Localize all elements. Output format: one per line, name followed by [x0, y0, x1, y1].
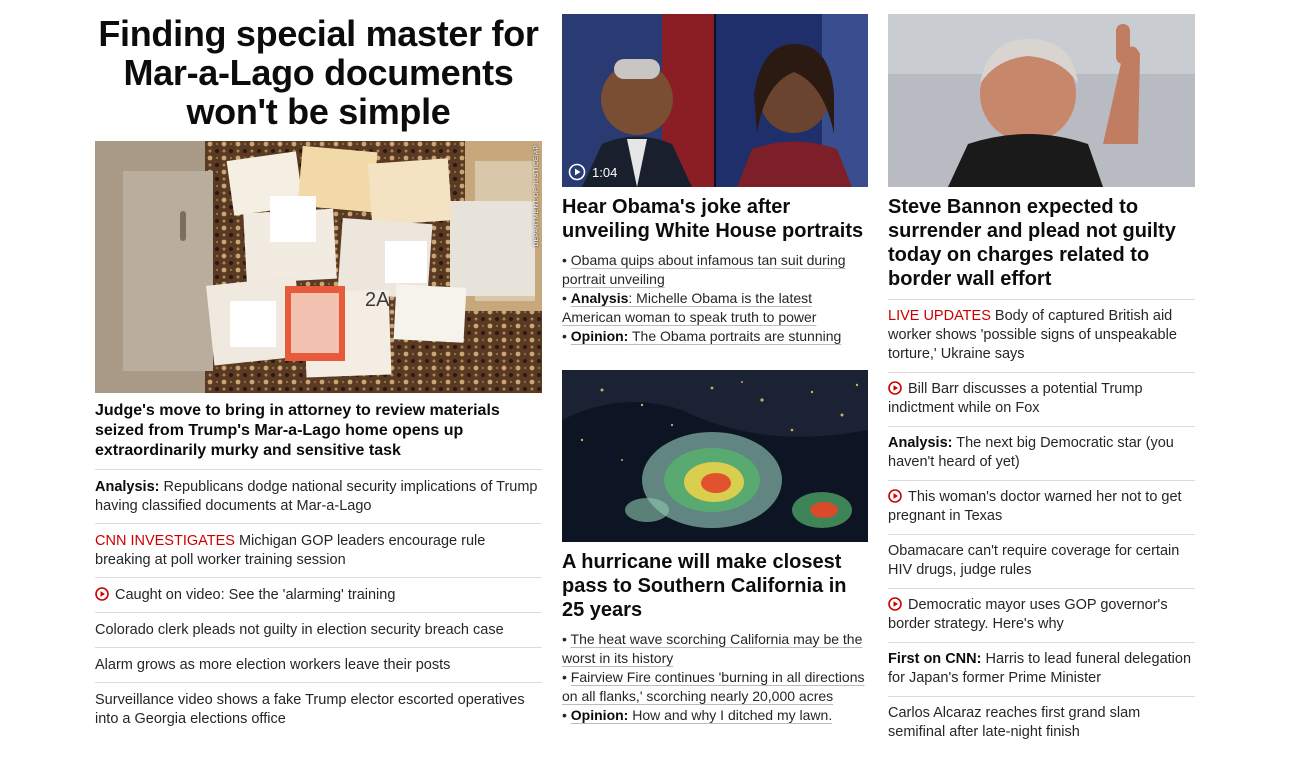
- link-text: Carlos Alcaraz reaches first grand slam …: [888, 705, 1141, 740]
- list-item[interactable]: CNN INVESTIGATES Michigan GOP leaders en…: [95, 524, 542, 578]
- middle-column: 1:04 Hear Obama's joke after unveiling W…: [562, 14, 868, 725]
- list-item[interactable]: • Opinion: How and why I ditched my lawn…: [562, 706, 868, 725]
- play-icon: [568, 163, 586, 181]
- link-text: Alarm grows as more election workers lea…: [95, 657, 451, 673]
- opinion-label: Opinion:: [570, 707, 629, 723]
- hurricane-photo[interactable]: [562, 370, 868, 542]
- link-text: Obamacare can't require coverage for cer…: [888, 543, 1180, 578]
- list-item[interactable]: Alarm grows as more election workers lea…: [95, 648, 542, 683]
- analysis-label: Analysis:: [888, 435, 953, 451]
- right-link-list: LIVE UPDATES Body of captured British ai…: [888, 300, 1195, 750]
- right-column: Steve Bannon expected to surrender and p…: [888, 14, 1195, 750]
- video-duration: 1:04: [592, 164, 618, 180]
- list-item[interactable]: Obamacare can't require coverage for cer…: [888, 535, 1195, 589]
- list-item[interactable]: Colorado clerk pleads not guilty in elec…: [95, 613, 542, 648]
- link-text: Republicans dodge national security impl…: [95, 479, 538, 514]
- obama-story-headline[interactable]: Hear Obama's joke after unveiling White …: [562, 195, 868, 243]
- first-on-cnn-label: First on CNN:: [888, 651, 982, 667]
- bannon-photo[interactable]: [888, 14, 1195, 187]
- cnn-investigates-label: CNN INVESTIGATES: [95, 533, 235, 549]
- list-item[interactable]: This woman's doctor warned her not to ge…: [888, 481, 1195, 535]
- hurricane-story-headline[interactable]: A hurricane will make closest pass to So…: [562, 550, 868, 622]
- link-text: Caught on video: See the 'alarming' trai…: [115, 587, 396, 603]
- hurricane-satellite-image: [562, 370, 868, 542]
- play-video-icon: [888, 597, 902, 611]
- video-duration-badge: 1:04: [568, 163, 617, 181]
- obama-video-thumbnail[interactable]: 1:04: [562, 14, 868, 187]
- list-item[interactable]: • Opinion: The Obama portraits are stunn…: [562, 327, 868, 346]
- link-text: The Obama portraits are stunning: [628, 328, 842, 344]
- list-item[interactable]: Analysis: Republicans dodge national sec…: [95, 470, 542, 524]
- lead-story-headline[interactable]: Judge's move to bring in attorney to rev…: [95, 401, 542, 470]
- classified-documents-image: 2A: [95, 141, 542, 393]
- link-text: Obama quips about infamous tan suit duri…: [562, 252, 846, 287]
- lead-link-list: Analysis: Republicans dodge national sec…: [95, 470, 542, 736]
- live-updates-label: LIVE UPDATES: [888, 308, 991, 324]
- list-item[interactable]: Analysis: The next big Democratic star (…: [888, 427, 1195, 481]
- link-text: The heat wave scorching California may b…: [562, 631, 863, 666]
- list-item[interactable]: • Analysis: Michelle Obama is the latest…: [562, 289, 868, 327]
- play-video-icon: [888, 489, 902, 503]
- link-text: This woman's doctor warned her not to ge…: [888, 489, 1182, 524]
- link-text: How and why I ditched my lawn.: [628, 707, 833, 723]
- list-item[interactable]: Bill Barr discusses a potential Trump in…: [888, 373, 1195, 427]
- obama-portraits-image: [562, 14, 868, 187]
- analysis-label: Analysis:: [95, 479, 160, 495]
- list-item[interactable]: • Fairview Fire continues 'burning in al…: [562, 668, 868, 706]
- lead-photo[interactable]: 2A DEPARTMENT OF JUSTICE/AP: [95, 141, 542, 393]
- list-item[interactable]: Democratic mayor uses GOP governor's bor…: [888, 589, 1195, 643]
- list-item[interactable]: Caught on video: See the 'alarming' trai…: [95, 578, 542, 613]
- bannon-story-headline[interactable]: Steve Bannon expected to surrender and p…: [888, 195, 1195, 300]
- list-item[interactable]: • Obama quips about infamous tan suit du…: [562, 251, 868, 289]
- play-video-icon: [95, 587, 109, 601]
- opinion-label: Opinion:: [570, 328, 629, 344]
- photo-credit: DEPARTMENT OF JUSTICE/AP: [533, 145, 540, 247]
- hurricane-related-links: • The heat wave scorching California may…: [562, 630, 868, 725]
- steve-bannon-image: [888, 14, 1195, 187]
- link-text: Fairview Fire continues 'burning in all …: [562, 669, 865, 704]
- list-item[interactable]: • The heat wave scorching California may…: [562, 630, 868, 668]
- list-item[interactable]: Surveillance video shows a fake Trump el…: [95, 683, 542, 736]
- analysis-label: Analysis: [570, 290, 629, 306]
- link-text: Surveillance video shows a fake Trump el…: [95, 692, 525, 727]
- lead-headline[interactable]: Finding special master for Mar-a-Lago do…: [95, 14, 542, 131]
- link-text: Democratic mayor uses GOP governor's bor…: [888, 597, 1168, 632]
- list-item[interactable]: First on CNN: Harris to lead funeral del…: [888, 643, 1195, 697]
- play-video-icon: [888, 381, 902, 395]
- list-item[interactable]: Carlos Alcaraz reaches first grand slam …: [888, 697, 1195, 750]
- list-item[interactable]: LIVE UPDATES Body of captured British ai…: [888, 300, 1195, 373]
- svg-text:2A: 2A: [365, 289, 390, 311]
- link-text: Colorado clerk pleads not guilty in elec…: [95, 622, 504, 638]
- obama-related-links: • Obama quips about infamous tan suit du…: [562, 251, 868, 346]
- link-text: Bill Barr discusses a potential Trump in…: [888, 381, 1143, 416]
- lead-column: Finding special master for Mar-a-Lago do…: [95, 14, 542, 736]
